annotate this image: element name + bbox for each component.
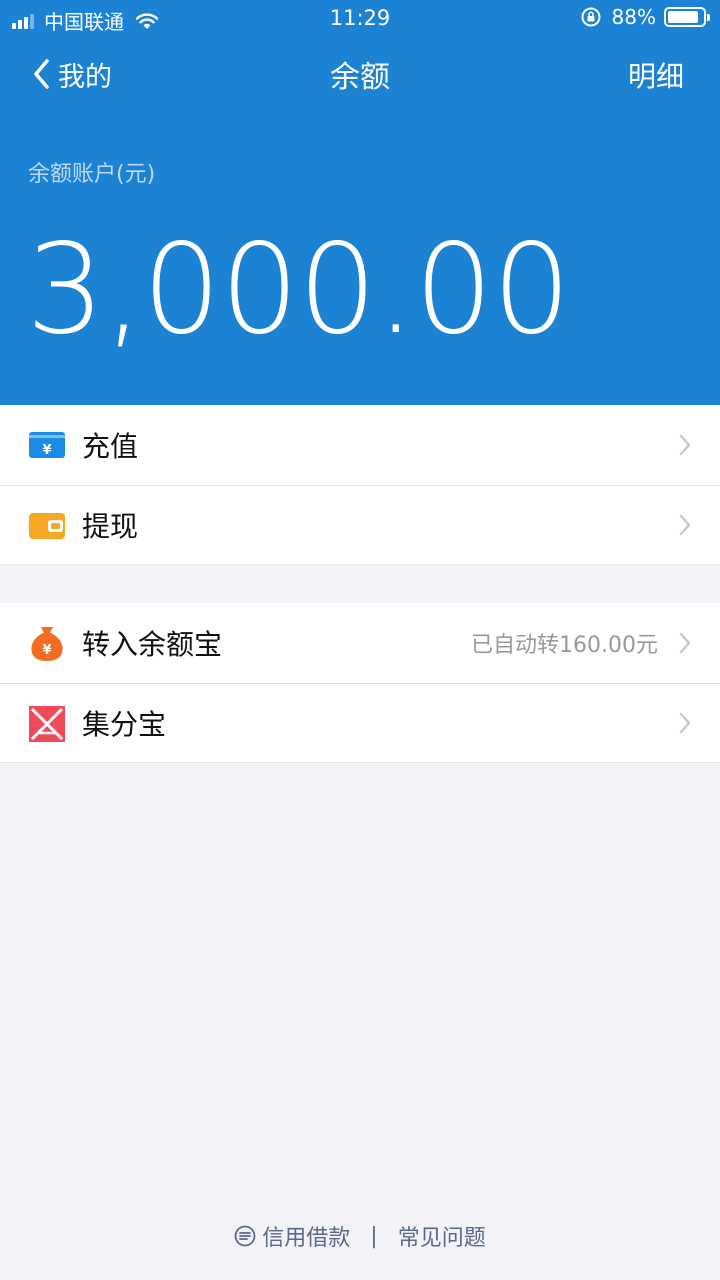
jifenbao-label: 集分宝 [82, 708, 167, 741]
battery-icon [664, 7, 710, 27]
credit-loan-link[interactable]: 信用借款 [234, 1220, 350, 1252]
chevron-right-icon [679, 434, 691, 456]
funds-group: ¥ 充值 提现 [0, 405, 720, 565]
footer-separator: | [370, 1223, 378, 1249]
recharge-card-icon: ¥ [29, 432, 65, 458]
balance-amount: 3,000.00 [26, 218, 571, 362]
yuebao-transfer-row[interactable]: ¥ 转入余额宝 已自动转160.00元 [0, 603, 720, 683]
auto-transfer-status: 已自动转160.00元 [471, 633, 658, 658]
recharge-row[interactable]: ¥ 充值 [0, 405, 720, 485]
credit-loan-label: 信用借款 [262, 1226, 351, 1251]
recharge-label: 充值 [82, 430, 139, 463]
footer-links: 信用借款 | 常见问题 [0, 1220, 720, 1252]
battery-fill [668, 11, 698, 23]
wallet-icon [29, 513, 65, 539]
chevron-right-icon [679, 514, 691, 536]
yuebao-transfer-label: 转入余额宝 [82, 628, 223, 661]
jifenbao-icon [29, 706, 65, 742]
chevron-right-icon [679, 632, 691, 654]
wealth-group: ¥ 转入余额宝 已自动转160.00元 集分宝 [0, 603, 720, 763]
svg-text:¥: ¥ [42, 643, 51, 658]
details-button[interactable]: 明细 [628, 55, 684, 95]
status-bar: 中国联通 11:29 88% [0, 0, 720, 38]
status-right: 88% [580, 5, 710, 29]
account-label: 余额账户(元) [28, 162, 156, 187]
back-button-label: 我的 [58, 61, 112, 93]
balance-header: 中国联通 11:29 88% 我的 余额 明细 余额账户(元) 3,000.00 [0, 0, 720, 405]
chevron-left-icon [34, 59, 49, 89]
withdraw-label: 提现 [82, 510, 139, 543]
battery-percent: 88% [611, 5, 656, 29]
back-button[interactable]: 我的 [30, 54, 112, 94]
chevron-right-icon [679, 712, 691, 734]
credit-loan-icon [234, 1225, 256, 1247]
withdraw-row[interactable]: 提现 [0, 485, 720, 565]
svg-text:¥: ¥ [42, 443, 51, 458]
jifenbao-row[interactable]: 集分宝 [0, 683, 720, 763]
rotation-lock-icon [581, 7, 601, 27]
faq-link[interactable]: 常见问题 [398, 1220, 486, 1252]
money-bag-icon: ¥ [31, 627, 63, 661]
